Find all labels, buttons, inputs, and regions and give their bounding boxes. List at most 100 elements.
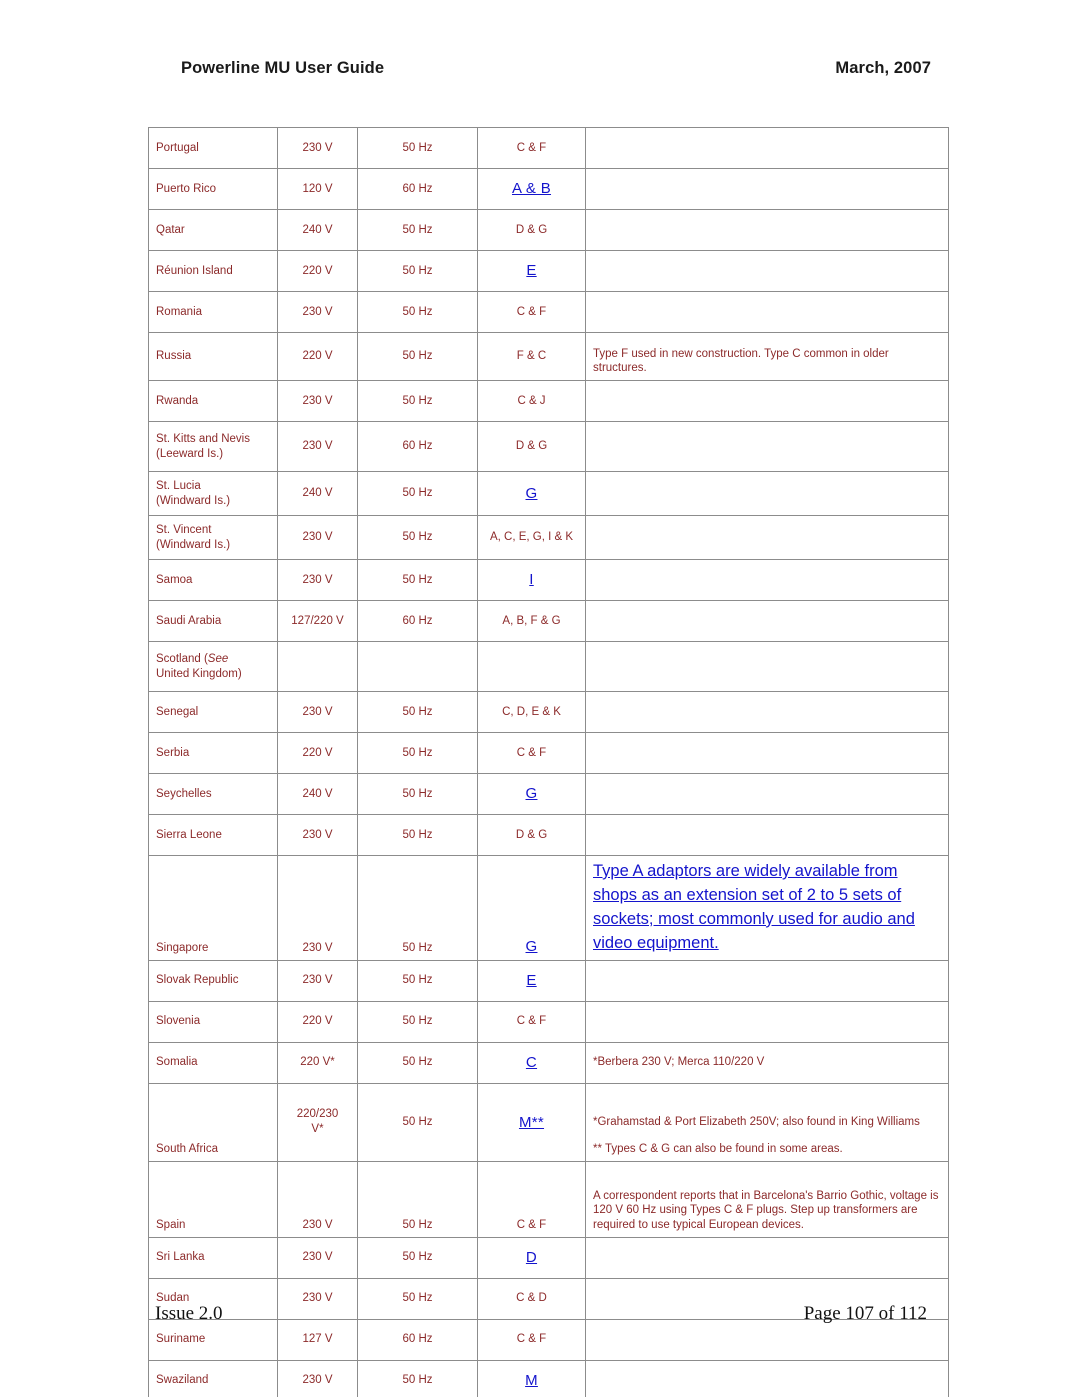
frequency-cell: 60 Hz bbox=[357, 600, 478, 642]
plug-type-cell: C & F bbox=[477, 1000, 586, 1043]
plug-type-cell: F & C bbox=[477, 332, 586, 381]
voltage-cell: 230 V bbox=[277, 291, 358, 333]
page-number-label: Page 107 of 112 bbox=[803, 1303, 927, 1324]
notes-paragraph: ** Types C & G can also be found in some… bbox=[593, 1142, 843, 1155]
frequency-cell: 50 Hz bbox=[357, 732, 478, 774]
voltage-cell: 230 V bbox=[277, 1359, 358, 1397]
notes-cell bbox=[585, 691, 949, 733]
plug-type-link[interactable]: D bbox=[526, 1249, 537, 1266]
document-page: Powerline MU User Guide March, 2007 Port… bbox=[0, 0, 1080, 1397]
table-row: Scotland (See United Kingdom) bbox=[148, 641, 949, 692]
frequency-cell: 50 Hz bbox=[357, 127, 478, 169]
country-cell: Sri Lanka bbox=[148, 1236, 278, 1279]
table-row: South Africa 220/230 V* 50 Hz M** *Graha… bbox=[148, 1082, 949, 1162]
country-cell: St. Kitts and Nevis (Leeward Is.) bbox=[148, 421, 278, 472]
notes-cell bbox=[585, 291, 949, 333]
voltage-cell: 230 V bbox=[277, 515, 358, 560]
country-cell: Spain bbox=[148, 1160, 278, 1238]
notes-cell bbox=[585, 1000, 949, 1043]
notes-link[interactable]: Type A adaptors are widely available fro… bbox=[593, 862, 915, 952]
voltage-cell: 230 V bbox=[277, 814, 358, 856]
table-row: Romania 230 V 50 Hz C & F bbox=[148, 291, 949, 333]
country-cell: Scotland (See United Kingdom) bbox=[148, 641, 278, 692]
country-cell: Puerto Rico bbox=[148, 168, 278, 210]
voltage-cell: 230 V bbox=[277, 855, 358, 961]
table-row: Puerto Rico 120 V 60 Hz A & B bbox=[148, 168, 949, 210]
country-cell: Serbia bbox=[148, 732, 278, 774]
country-cell: Rwanda bbox=[148, 380, 278, 422]
plug-type-link[interactable]: M** bbox=[519, 1114, 544, 1131]
notes-cell bbox=[585, 559, 949, 601]
voltage-line-1: 220/230 bbox=[296, 1108, 339, 1121]
voltage-cell: 240 V bbox=[277, 209, 358, 251]
plug-type-link[interactable]: I bbox=[529, 571, 533, 588]
table-row: Seychelles 240 V 50 Hz G bbox=[148, 773, 949, 815]
country-cell: Saudi Arabia bbox=[148, 600, 278, 642]
plug-type-cell: M** bbox=[477, 1082, 586, 1162]
plug-type-link[interactable]: M bbox=[525, 1372, 538, 1389]
notes-cell bbox=[585, 814, 949, 856]
notes-cell: Type F used in new construction. Type C … bbox=[585, 332, 949, 381]
header-title: Powerline MU User Guide bbox=[181, 59, 385, 77]
plug-type-cell: E bbox=[477, 959, 586, 1002]
plug-type-link[interactable]: E bbox=[526, 262, 536, 279]
country-cell: South Africa bbox=[148, 1082, 278, 1162]
frequency-cell: 50 Hz bbox=[357, 814, 478, 856]
voltage-cell: 230 V bbox=[277, 1236, 358, 1279]
frequency-cell: 60 Hz bbox=[357, 421, 478, 472]
frequency-cell: 50 Hz bbox=[357, 515, 478, 560]
table-row: St. Lucia (Windward Is.) 240 V 50 Hz G bbox=[148, 471, 949, 516]
notes-cell bbox=[585, 168, 949, 210]
frequency-cell: 50 Hz bbox=[357, 855, 478, 961]
voltage-cell: 240 V bbox=[277, 773, 358, 815]
plug-type-cell: D & G bbox=[477, 209, 586, 251]
country-cell: Samoa bbox=[148, 559, 278, 601]
notes-cell bbox=[585, 773, 949, 815]
plug-type-cell: D & G bbox=[477, 814, 586, 856]
frequency-cell: 50 Hz bbox=[357, 959, 478, 1002]
table-row: Qatar 240 V 50 Hz D & G bbox=[148, 209, 949, 251]
plug-type-cell: G bbox=[477, 471, 586, 516]
plug-type-link[interactable]: G bbox=[526, 485, 538, 502]
country-cell: Senegal bbox=[148, 691, 278, 733]
notes-cell bbox=[585, 515, 949, 560]
plug-type-link[interactable]: C bbox=[526, 1054, 537, 1071]
voltage-cell: 230 V bbox=[277, 559, 358, 601]
plug-type-link[interactable]: A & B bbox=[512, 180, 551, 197]
country-line-1: St. Kitts and Nevis bbox=[156, 432, 250, 445]
country-cell: Portugal bbox=[148, 127, 278, 169]
plug-type-cell: I bbox=[477, 559, 586, 601]
plug-type-link[interactable]: E bbox=[526, 972, 536, 989]
frequency-cell: 50 Hz bbox=[357, 332, 478, 381]
frequency-cell bbox=[357, 641, 478, 692]
voltage-cell: 230 V bbox=[277, 1160, 358, 1238]
country-cell: Seychelles bbox=[148, 773, 278, 815]
voltage-line-2: V* bbox=[311, 1123, 324, 1136]
voltage-cell: 240 V bbox=[277, 471, 358, 516]
country-cell: Romania bbox=[148, 291, 278, 333]
voltage-cell: 230 V bbox=[277, 421, 358, 472]
table-row: Suriname 127 V 60 Hz C & F bbox=[148, 1318, 949, 1361]
plug-type-cell: C & F bbox=[477, 1318, 586, 1361]
plug-type-link[interactable]: G bbox=[526, 938, 538, 955]
voltage-cell: 220 V bbox=[277, 250, 358, 292]
plug-type-link[interactable]: G bbox=[526, 785, 538, 802]
plug-type-cell: C & F bbox=[477, 732, 586, 774]
country-line-2: (Windward Is.) bbox=[156, 538, 231, 551]
country-cell: Singapore bbox=[148, 855, 278, 961]
voltage-cell: 127/220 V bbox=[277, 600, 358, 642]
issue-label: Issue 2.0 bbox=[155, 1303, 223, 1324]
country-cell: Suriname bbox=[148, 1318, 278, 1361]
voltage-cell: 220 V* bbox=[277, 1041, 358, 1084]
notes-cell bbox=[585, 600, 949, 642]
notes-cell bbox=[585, 641, 949, 692]
plug-type-cell: C & F bbox=[477, 127, 586, 169]
voltage-cell: 220 V bbox=[277, 332, 358, 381]
plug-type-cell: D & G bbox=[477, 421, 586, 472]
notes-cell bbox=[585, 380, 949, 422]
table-row: Russia 220 V 50 Hz F & C Type F used in … bbox=[148, 332, 949, 381]
frequency-cell: 50 Hz bbox=[357, 1000, 478, 1043]
table-row: Sri Lanka 230 V 50 Hz D bbox=[148, 1236, 949, 1279]
plug-type-cell: G bbox=[477, 773, 586, 815]
notes-cell bbox=[585, 250, 949, 292]
